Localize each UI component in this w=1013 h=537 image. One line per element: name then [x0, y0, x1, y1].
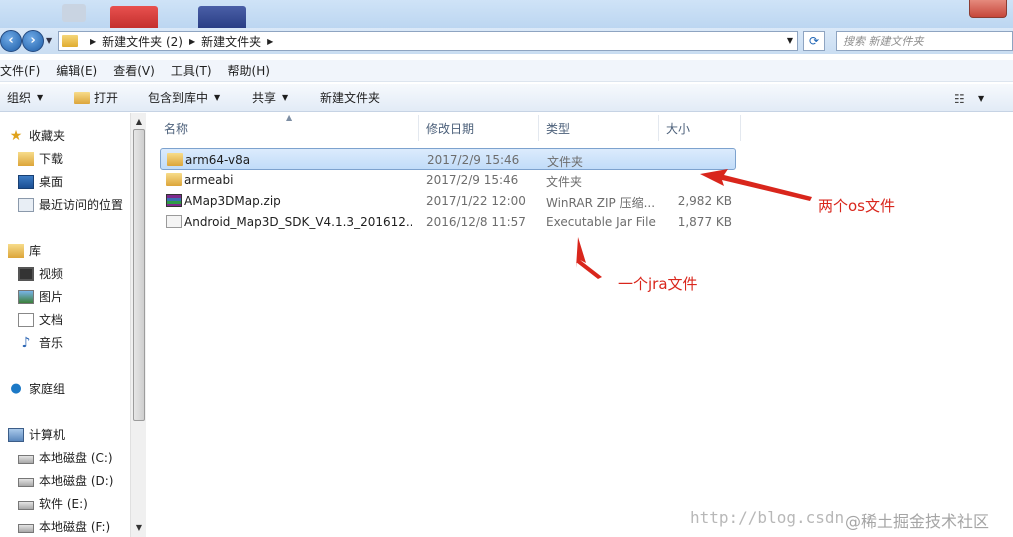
watermark-brand: @稀土掘金技术社区 — [845, 512, 990, 531]
arrow-to-folders — [700, 169, 812, 201]
annotation-arrows — [576, 169, 812, 279]
annotation-jar-file: 一个jra文件 — [618, 275, 698, 293]
arrow-to-jar — [576, 237, 602, 279]
watermark-url: http://blog.csdn — [690, 508, 845, 527]
annotation-os-files: 两个os文件 — [818, 197, 895, 215]
